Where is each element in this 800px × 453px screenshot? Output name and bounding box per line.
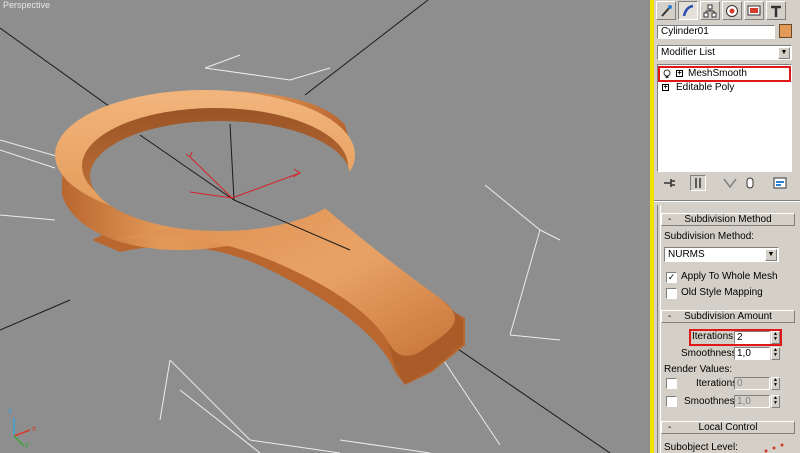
stack-toolbar	[657, 175, 795, 195]
iterations-spin-arrows[interactable]: ▲ ▼	[771, 331, 780, 344]
utilities-tab[interactable]	[766, 1, 786, 20]
configure-modifier-sets-button[interactable]	[772, 175, 788, 191]
separator	[654, 200, 800, 202]
render-smoothness-spin-arrows[interactable]: ▲ ▼	[771, 395, 780, 408]
modifier-list-dropdown[interactable]: Modifier List ▼	[657, 45, 792, 60]
iterations-spinner[interactable]: 2	[734, 331, 770, 344]
object-name-field[interactable]: Cylinder01	[657, 25, 775, 39]
render-iterations-checkbox[interactable]	[666, 378, 677, 389]
axis-z-label: z	[8, 406, 12, 415]
display-tab[interactable]	[744, 1, 764, 20]
subobject-level-label: Subobject Level:	[664, 442, 738, 453]
render-values-label: Render Values:	[664, 364, 733, 375]
pin-stack-button[interactable]	[662, 175, 678, 191]
make-unique-button[interactable]	[722, 175, 738, 191]
object-color-swatch[interactable]	[779, 24, 792, 38]
motion-tab[interactable]	[722, 1, 742, 20]
smoothness-label: Smoothness:	[681, 348, 740, 359]
command-panel: Cylinder01 Modifier List ▼ + MeshSmooth …	[654, 0, 800, 453]
subdivision-method-value: NURMS	[668, 249, 705, 260]
pin-stack-icon	[664, 179, 675, 187]
hierarchy-tab[interactable]	[700, 1, 720, 20]
old-style-mapping-label: Old Style Mapping	[681, 287, 763, 298]
apply-whole-mesh-checkbox[interactable]: ✓	[666, 272, 677, 283]
hierarchy-icon	[703, 4, 717, 17]
rollout-local-control[interactable]: - Local Control	[661, 421, 795, 434]
axis-y-label: y	[25, 440, 29, 449]
rollout-title: Local Control	[698, 422, 758, 433]
render-iterations-spin-arrows[interactable]: ▲ ▼	[771, 377, 780, 390]
remove-modifier-icon	[746, 177, 754, 189]
smoothness-spinner[interactable]: 1,0	[734, 347, 770, 360]
create-tab[interactable]	[656, 1, 676, 20]
stack-item-label: Editable Poly	[676, 82, 735, 93]
modifier-list-label: Modifier List	[661, 47, 715, 58]
render-iterations-spinner[interactable]: 0	[734, 377, 770, 390]
render-smoothness-checkbox[interactable]	[666, 396, 677, 407]
display-icon	[747, 5, 761, 15]
modify-tab[interactable]	[678, 1, 698, 20]
vertex-subobject-icon[interactable]	[762, 442, 786, 453]
viewport-scene	[0, 0, 611, 453]
axis-x-label: x	[32, 424, 36, 433]
motion-icon	[726, 4, 738, 17]
rollout-subdivision-method[interactable]: - Subdivision Method	[661, 213, 795, 226]
rollout-rule	[657, 205, 661, 453]
subdivision-method-dropdown[interactable]: NURMS ▼	[664, 247, 779, 262]
apply-whole-mesh-label: Apply To Whole Mesh	[681, 271, 778, 282]
modifier-stack[interactable]: + MeshSmooth + Editable Poly	[657, 64, 792, 172]
old-style-mapping-checkbox[interactable]	[666, 288, 677, 299]
configure-sets-icon	[773, 177, 787, 189]
make-unique-icon	[723, 178, 737, 189]
rollout-subdivision-amount[interactable]: - Subdivision Amount	[661, 310, 795, 323]
rollout-title: Subdivision Method	[684, 214, 772, 225]
create-icon	[661, 4, 672, 17]
chevron-down-icon: ▼	[765, 249, 777, 261]
utilities-icon	[771, 5, 781, 17]
subdivision-method-label: Subdivision Method:	[664, 231, 755, 242]
chevron-down-icon: ▼	[778, 47, 790, 59]
command-panel-tabs	[654, 0, 800, 22]
highlight-box	[658, 66, 791, 82]
show-end-result-button[interactable]	[690, 175, 706, 191]
render-smoothness-spinner[interactable]: 1,0	[734, 395, 770, 408]
perspective-viewport[interactable]: Perspective z x y	[0, 0, 651, 453]
modify-icon	[682, 4, 694, 16]
smoothness-spin-arrows[interactable]: ▲ ▼	[771, 347, 780, 360]
remove-modifier-button[interactable]	[742, 175, 758, 191]
rollout-title: Subdivision Amount	[684, 311, 772, 322]
viewport-label[interactable]: Perspective	[3, 0, 50, 10]
show-end-result-icon	[695, 178, 701, 188]
stack-item-editable-poly[interactable]: + Editable Poly	[660, 81, 789, 95]
expand-plus-icon[interactable]: +	[662, 84, 669, 91]
iterations-label: Iterations:	[692, 331, 736, 342]
cylinder01-object[interactable]	[55, 90, 465, 385]
